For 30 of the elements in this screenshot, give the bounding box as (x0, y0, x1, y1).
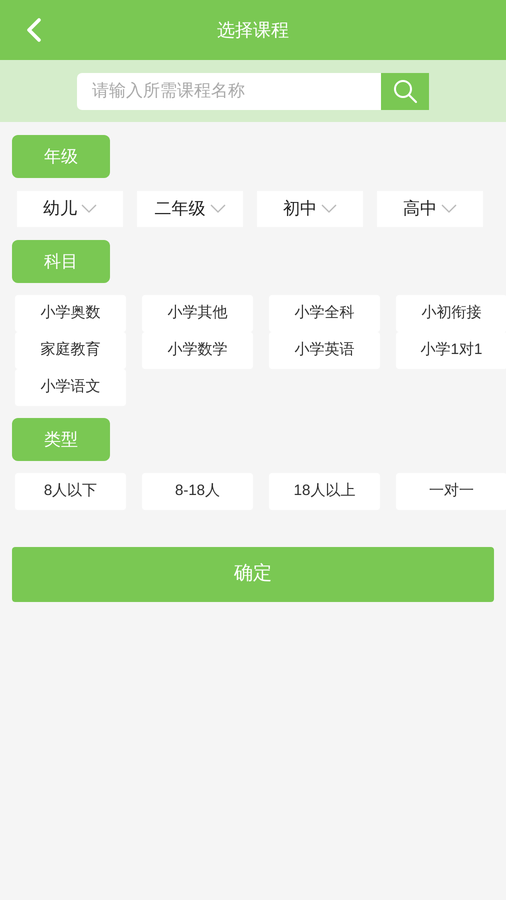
grade-dropdown[interactable]: 二年级 (137, 191, 243, 227)
chevron-down-icon (321, 204, 337, 214)
filter-chip[interactable]: 小学英语 (269, 332, 380, 369)
back-button[interactable] (24, 16, 44, 44)
page-title: 选择课程 (217, 18, 289, 42)
filter-chip[interactable]: 一对一 (396, 473, 506, 510)
search-icon (392, 78, 418, 104)
search-field[interactable]: 请输入所需课程名称 (77, 72, 381, 110)
grade-dropdown[interactable]: 初中 (257, 191, 363, 227)
back-icon (26, 18, 42, 42)
filter-chip[interactable]: 8-18人 (142, 473, 253, 510)
filter-chip[interactable]: 小学奥数 (15, 295, 126, 332)
filter-chip[interactable]: 小学其他 (142, 295, 253, 332)
section-label: 类型 (12, 418, 110, 461)
chevron-down-icon (81, 204, 97, 214)
chevron-down-icon (441, 204, 457, 214)
section-label: 科目 (12, 240, 110, 283)
filter-chip[interactable]: 8人以下 (15, 473, 126, 510)
chevron-down-icon (210, 204, 226, 214)
section-label: 年级 (12, 135, 110, 178)
grade-dropdown[interactable]: 高中 (377, 191, 483, 227)
grade-dropdown[interactable]: 幼儿 (17, 191, 123, 227)
filter-chip[interactable]: 18人以上 (269, 473, 380, 510)
filter-chip[interactable]: 小学语文 (15, 369, 126, 406)
filter-chip[interactable]: 小学全科 (269, 295, 380, 332)
filter-chip[interactable]: 小学1对1 (396, 332, 506, 369)
filter-chip[interactable]: 小初衔接 (396, 295, 506, 332)
search-button[interactable] (381, 72, 429, 110)
filter-chip[interactable]: 小学数学 (142, 332, 253, 369)
filter-chip[interactable]: 家庭教育 (15, 332, 126, 369)
